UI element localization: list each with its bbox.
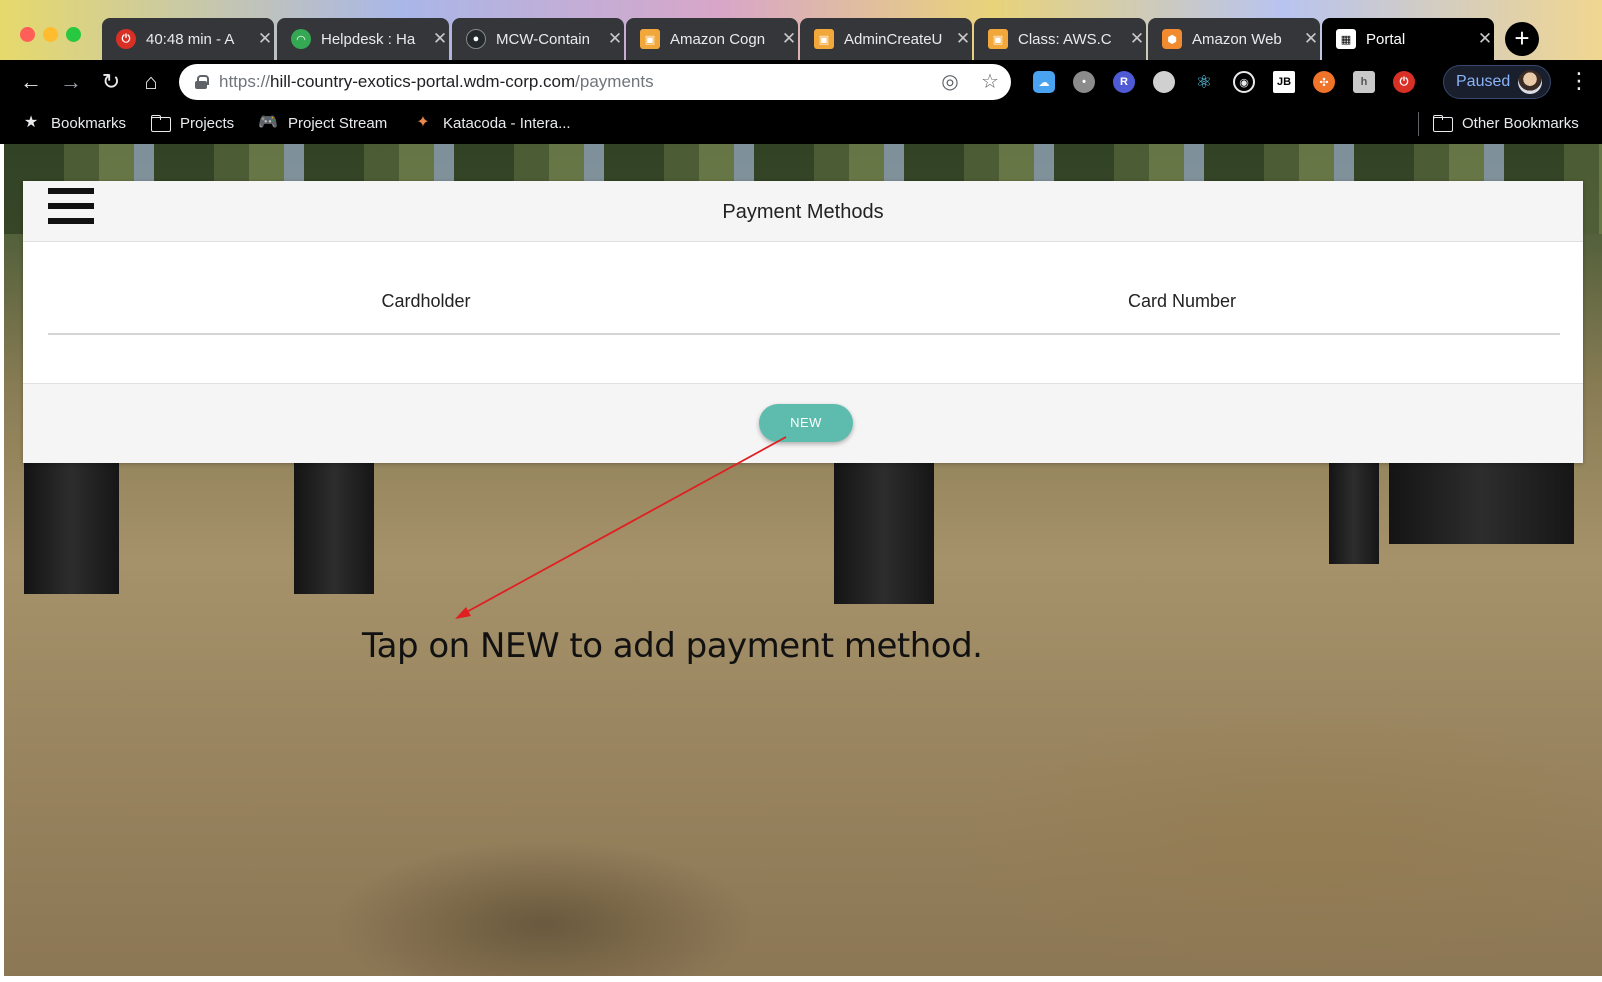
- red-power-icon: ⏻: [116, 29, 136, 49]
- card-footer: NEW: [23, 383, 1583, 463]
- portal-icon: ▦: [1336, 29, 1356, 49]
- background-post: [834, 444, 934, 604]
- background-post: [294, 444, 374, 594]
- aws-box-icon: ▣: [988, 29, 1008, 49]
- star-icon: ★: [23, 114, 39, 131]
- minimize-window-button[interactable]: [43, 27, 58, 42]
- katacoda-icon: ✦: [416, 114, 430, 131]
- annotation-arrow-line: [462, 436, 787, 615]
- tab-strip: ⏻ 40:48 min - A ✕ ◠ Helpdesk : Ha ✕ ● MC…: [0, 0, 1602, 60]
- address-bar[interactable]: https://hill-country-exotics-portal.wdm-…: [179, 64, 1011, 100]
- url-text[interactable]: https://hill-country-exotics-portal.wdm-…: [219, 72, 654, 92]
- tab-title: Amazon Cogn: [670, 30, 766, 48]
- tab-title: Helpdesk : Ha: [321, 30, 416, 48]
- bookmark-bookmarks[interactable]: ★ Bookmarks: [21, 114, 126, 132]
- close-icon[interactable]: ✕: [1303, 29, 1319, 49]
- tab-admincreateuser[interactable]: ▣ AdminCreateU ✕: [800, 18, 972, 60]
- headset-icon: ◠: [291, 29, 311, 49]
- column-header-cardholder: Cardholder: [381, 291, 471, 311]
- close-icon[interactable]: ✕: [257, 29, 273, 49]
- location-target-icon[interactable]: ◎: [938, 70, 962, 94]
- tab-title: Class: AWS.C: [1018, 30, 1112, 48]
- bookmark-star-icon[interactable]: ☆: [978, 70, 1002, 94]
- close-icon[interactable]: ✕: [1477, 29, 1493, 49]
- bookmarks-bar: ★ Bookmarks Projects 🎮 Project Stream ✦ …: [0, 104, 1602, 144]
- bookmark-katacoda[interactable]: ✦ Katacoda - Intera...: [413, 114, 571, 132]
- bookmark-projects[interactable]: Projects: [150, 114, 234, 132]
- folder-icon: [150, 114, 171, 132]
- forward-arrow-icon[interactable]: →: [57, 68, 85, 96]
- circle-extension-icon[interactable]: [1153, 71, 1175, 93]
- gamepad-icon: 🎮: [258, 114, 278, 131]
- close-icon[interactable]: ✕: [607, 29, 623, 49]
- tab-amazon-cognito[interactable]: ▣ Amazon Cogn ✕: [626, 18, 798, 60]
- maximize-window-button[interactable]: [66, 27, 81, 42]
- tab-helpdesk[interactable]: ◠ Helpdesk : Ha ✕: [277, 18, 449, 60]
- url-scheme: https://: [219, 72, 271, 91]
- page-viewport: Payment Methods Cardholder Card Number N…: [4, 144, 1602, 976]
- tab-title: 40:48 min - A: [146, 30, 235, 48]
- bookmark-other-bookmarks[interactable]: Other Bookmarks: [1432, 114, 1579, 132]
- bookmark-label: Bookmarks: [51, 114, 127, 132]
- avatar: [1518, 70, 1542, 94]
- tab-github[interactable]: ● MCW-Contain ✕: [452, 18, 624, 60]
- close-icon[interactable]: ✕: [432, 29, 448, 49]
- bookmark-label: Project Stream: [288, 114, 388, 132]
- bookmark-project-stream[interactable]: 🎮 Project Stream: [258, 114, 387, 132]
- cloud-extension-icon[interactable]: ☁: [1033, 71, 1055, 93]
- github-icon: ●: [466, 29, 486, 49]
- grey-extension-icon[interactable]: •: [1073, 71, 1095, 93]
- tab-portal[interactable]: ▦ Portal ✕: [1322, 18, 1494, 60]
- react-atom-icon[interactable]: ⚛: [1193, 71, 1215, 93]
- red-power-icon[interactable]: ⏻: [1393, 71, 1415, 93]
- new-tab-button[interactable]: +: [1505, 22, 1539, 56]
- folder-icon: [1432, 114, 1453, 132]
- page-title: Payment Methods: [722, 201, 884, 223]
- lock-icon[interactable]: [195, 75, 209, 89]
- close-icon[interactable]: ✕: [781, 29, 797, 49]
- annotation-arrow-head: [455, 607, 471, 619]
- close-window-button[interactable]: [20, 27, 35, 42]
- tag-extension-icon[interactable]: h: [1353, 71, 1375, 93]
- bookmark-label: Katacoda - Intera...: [443, 114, 571, 132]
- lifebuoy-extension-icon[interactable]: ✣: [1313, 71, 1335, 93]
- reload-icon[interactable]: ↻: [97, 68, 125, 96]
- app-header: Payment Methods: [23, 181, 1583, 242]
- jetbrains-extension-icon[interactable]: JB: [1273, 71, 1295, 93]
- url-host: hill-country-exotics-portal.wdm-corp.com: [270, 72, 576, 91]
- redux-shield-extension-icon[interactable]: R: [1113, 71, 1135, 93]
- payment-methods-card: Payment Methods Cardholder Card Number N…: [23, 181, 1583, 463]
- bookmark-label: Projects: [180, 114, 235, 132]
- payment-table-header: Cardholder Card Number: [48, 291, 1560, 335]
- column-header-card-number: Card Number: [1127, 291, 1237, 311]
- bookmark-label: Other Bookmarks: [1462, 114, 1579, 132]
- browser-chrome: ⏻ 40:48 min - A ✕ ◠ Helpdesk : Ha ✕ ● MC…: [0, 0, 1602, 144]
- back-arrow-icon[interactable]: ←: [17, 68, 45, 96]
- aws-box-icon: ▣: [640, 29, 660, 49]
- tab-title: MCW-Contain: [496, 30, 590, 48]
- new-payment-method-button[interactable]: NEW: [759, 404, 853, 442]
- close-icon[interactable]: ✕: [1129, 29, 1145, 49]
- tab-title: Portal: [1366, 30, 1406, 48]
- bookmarks-divider: [1418, 112, 1419, 136]
- tab-amazon-web-services[interactable]: ⬢ Amazon Web ✕: [1148, 18, 1320, 60]
- tab-title: Amazon Web: [1192, 30, 1282, 48]
- profile-status-text: Paused: [1456, 73, 1511, 90]
- aws-hex-icon: ⬢: [1162, 29, 1182, 49]
- profile-paused-button[interactable]: Paused: [1443, 65, 1551, 99]
- aws-box-icon: ▣: [814, 29, 834, 49]
- home-icon[interactable]: ⌂: [137, 68, 165, 96]
- close-icon[interactable]: ✕: [955, 29, 971, 49]
- tab-title: AdminCreateU: [844, 30, 943, 48]
- target-extension-icon[interactable]: ◉: [1233, 71, 1255, 93]
- tab-timer[interactable]: ⏻ 40:48 min - A ✕: [102, 18, 274, 60]
- url-path: /payments: [575, 72, 654, 91]
- tab-class-aws[interactable]: ▣ Class: AWS.C ✕: [974, 18, 1146, 60]
- kebab-menu-icon[interactable]: ⋮: [1568, 68, 1590, 94]
- annotation-text: Tap on NEW to add payment method.: [362, 626, 983, 666]
